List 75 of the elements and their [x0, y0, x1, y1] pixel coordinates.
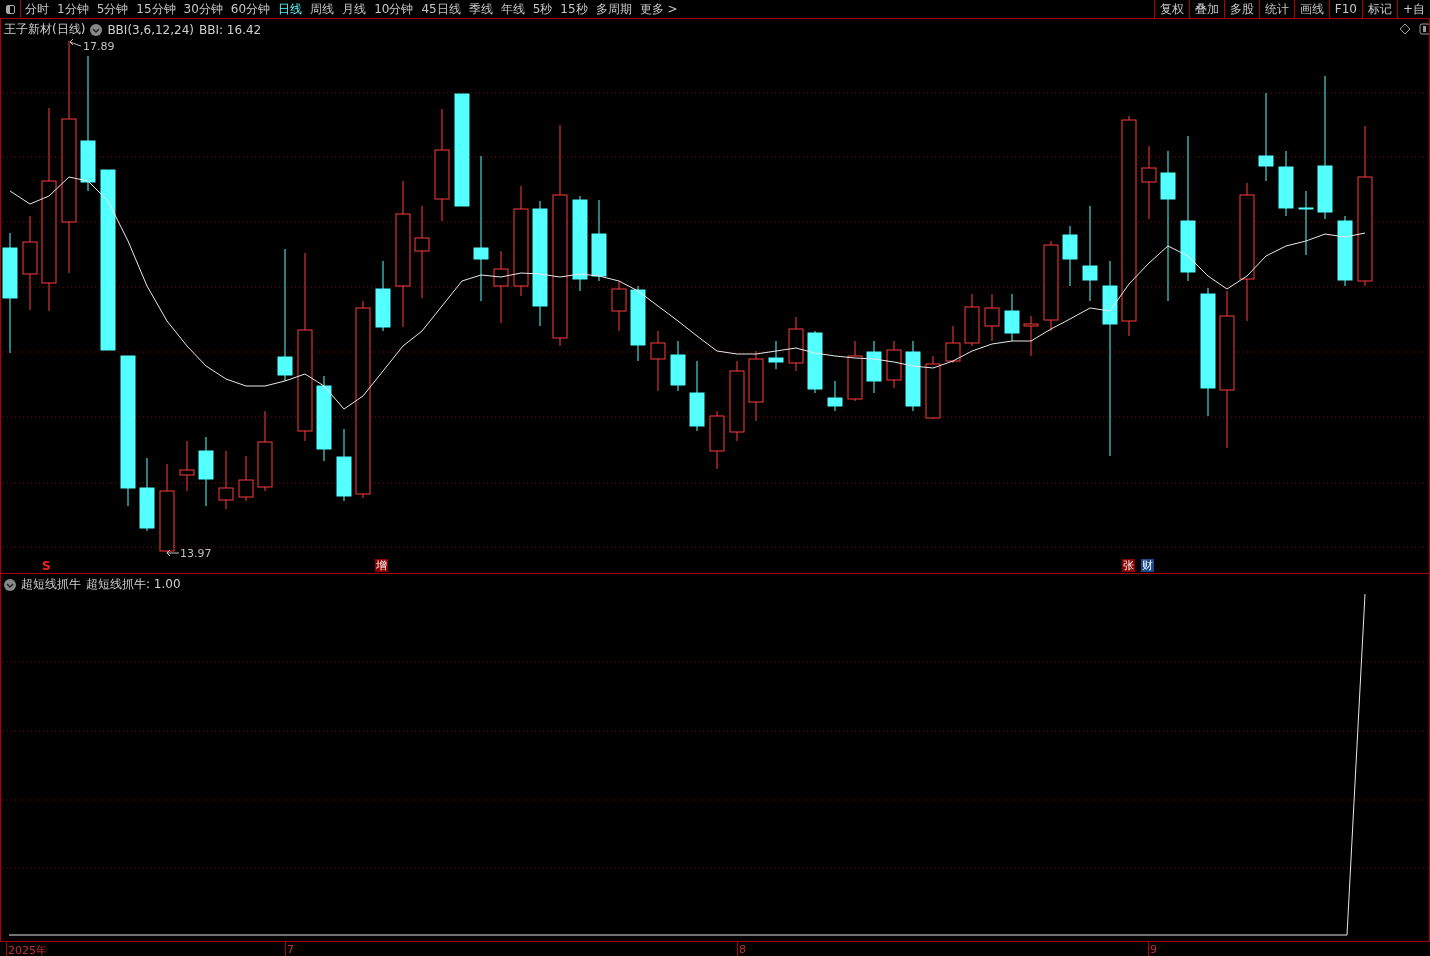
signal-badge: 张	[1122, 559, 1135, 572]
candlestick	[768, 340, 784, 370]
candlestick	[238, 455, 254, 502]
low-price-label: 13.97	[180, 547, 212, 560]
diamond-icon[interactable]	[1399, 23, 1411, 35]
dropdown-icon[interactable]	[4, 578, 16, 591]
period-tab[interactable]: 5分钟	[92, 0, 133, 18]
candlestick	[984, 293, 1000, 342]
candlestick	[709, 410, 725, 470]
candlestick	[827, 380, 843, 412]
high-price-label: 17.89	[83, 40, 115, 53]
candlestick	[1004, 293, 1020, 342]
high-pointer-icon	[69, 38, 82, 47]
period-tab[interactable]: 15秒	[556, 0, 592, 18]
candlestick	[847, 340, 863, 402]
candlestick	[611, 280, 627, 332]
period-tab[interactable]: 60分钟	[226, 0, 275, 18]
candlestick	[1278, 150, 1294, 217]
axis-label: 8	[739, 943, 746, 956]
candlestick	[925, 355, 941, 420]
candlestick	[807, 330, 823, 394]
tool-button[interactable]: 画线	[1293, 0, 1329, 18]
indicator-reading: BBI: 16.42	[199, 22, 262, 37]
tool-button[interactable]: F10	[1328, 0, 1362, 18]
candlestick	[670, 340, 686, 392]
candlestick	[788, 316, 804, 372]
candlestick	[218, 450, 234, 510]
stock-title: 王子新材(日线)	[4, 21, 86, 38]
period-tab[interactable]: 季线	[464, 0, 497, 18]
candlestick	[866, 340, 882, 394]
low-pointer-icon	[166, 549, 180, 557]
candlestick	[964, 293, 980, 347]
candlestick	[179, 440, 195, 492]
candlestick	[1337, 215, 1353, 287]
more-button[interactable]: 更多 >	[635, 0, 682, 18]
period-tab[interactable]: 5秒	[528, 0, 557, 18]
tool-button[interactable]: 标记	[1361, 0, 1397, 18]
indicator-reading: 超短线抓牛: 1.00	[86, 576, 181, 593]
period-tab[interactable]: 年线	[496, 0, 529, 18]
candlestick	[1023, 315, 1039, 357]
axis-label: 7	[287, 943, 294, 956]
dropdown-icon[interactable]	[90, 23, 103, 36]
sell-signal-marker: S	[42, 559, 51, 573]
tool-button[interactable]: 统计	[1258, 0, 1294, 18]
period-tab[interactable]: 10分钟	[370, 0, 418, 18]
candlestick	[886, 340, 902, 389]
period-tab[interactable]: 月线	[338, 0, 371, 18]
candlestick	[375, 260, 391, 332]
candlestick	[689, 360, 705, 432]
candlestick	[1298, 190, 1314, 256]
tool-button[interactable]: 复权	[1153, 0, 1189, 18]
candlestick	[650, 330, 666, 392]
signal-badge: 增	[375, 559, 388, 572]
tool-button[interactable]: 叠加	[1188, 0, 1224, 18]
period-tab[interactable]: 15分钟	[132, 0, 180, 18]
candlestick	[198, 436, 214, 507]
period-tab[interactable]: 周线	[306, 0, 339, 18]
axis-label: 2025年	[8, 943, 47, 956]
candlestick	[905, 340, 921, 412]
indicator-name: 超短线抓牛	[21, 576, 81, 593]
candlestick	[748, 350, 764, 422]
tool-button[interactable]: 多股	[1223, 0, 1259, 18]
period-tab[interactable]: 1分钟	[53, 0, 93, 18]
period-tab[interactable]: 日线	[274, 0, 307, 18]
signal-badge: 财	[1141, 559, 1154, 572]
period-tab[interactable]: 30分钟	[179, 0, 227, 18]
period-tab[interactable]: 分时	[21, 0, 53, 18]
period-tab[interactable]: 多周期	[591, 0, 636, 18]
axis-label: 9	[1150, 943, 1157, 956]
period-tab[interactable]: 45日线	[417, 0, 465, 18]
candlestick	[1062, 225, 1078, 287]
indicator-name: BBI(3,6,12,24)	[107, 22, 194, 37]
toggle-icon[interactable]	[1419, 23, 1429, 35]
tool-button[interactable]: +自	[1396, 0, 1430, 18]
candlestick	[945, 325, 961, 364]
